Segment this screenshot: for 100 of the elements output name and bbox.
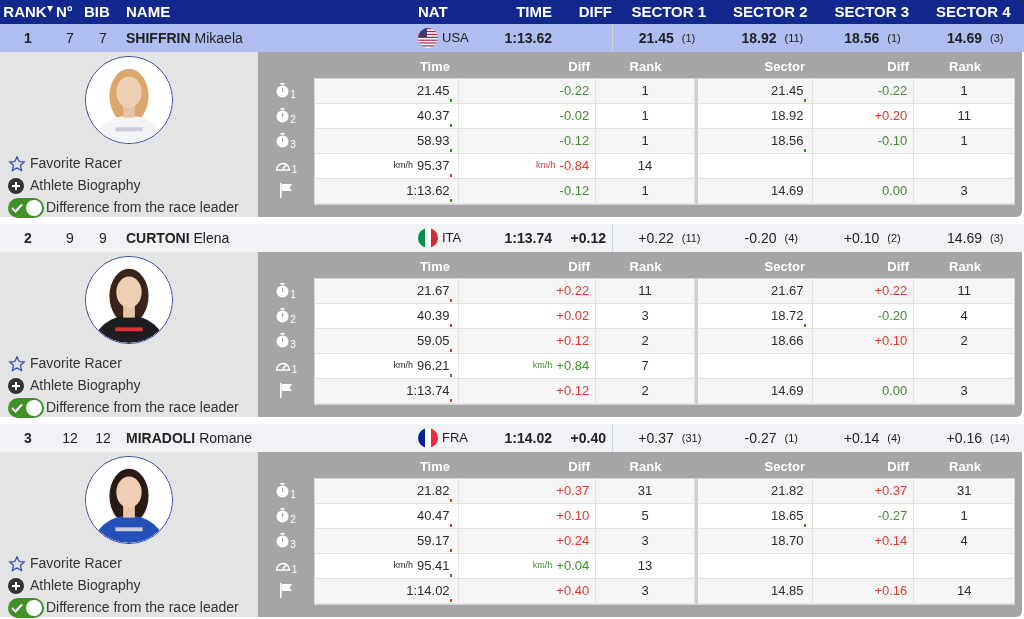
toggle-switch[interactable] [8,197,44,218]
split-time: 21.67 [417,282,450,301]
sector-diff: -0.20 [877,307,908,326]
check-icon [11,202,23,213]
split-diff: -0.22 [559,82,590,101]
split-time: 40.37 [417,107,450,126]
biography-link[interactable]: Athlete Biography [30,575,141,596]
split-number: 2 [290,513,296,527]
biography-link[interactable]: Athlete Biography [30,375,141,396]
star-icon[interactable] [8,154,26,173]
split-diff: +0.40 [556,582,590,601]
result-row[interactable]: 2 9 9 CURTONI Elena ITA 1:13.74 +0.12 +0.22 (11) -0.20 (4) +0.10 (2) 14.69 (3) [0,224,1024,252]
sector-rank: 4 [960,532,968,551]
split-time: 59.05 [417,332,450,351]
sector-value: +0.14 [843,428,880,448]
sector-rank: (3) [990,230,1005,246]
result-row[interactable]: 3 12 12 MIRADOLI Romane FRA 1:14.02 +0.40 +0.37 (31) -0.27 (1) +0.14 (4) +0.16 (14) [0,424,1024,452]
column-header[interactable]: NAT [412,0,492,24]
split-rank: 3 [641,307,649,326]
sector-value: 14.69 [946,28,982,48]
sector-value: -0.20 [744,228,777,248]
sector-diff: +0.20 [874,107,908,126]
split-rank: 5 [641,507,649,526]
column-header: Rank [628,257,663,276]
toggle-label: Difference from the race leader [46,398,239,417]
split-time: 58.93 [417,132,450,151]
sector-value: +0.22 [638,228,674,248]
split-number: 1 [291,563,298,577]
sector-value: -0.27 [744,428,777,448]
diff-cell: +0.40 [570,429,606,446]
sort-icon [46,6,53,12]
split-time: 59.17 [417,532,450,551]
sector-rank: 1 [960,82,968,101]
stopwatch-icon [276,483,290,498]
number-cell-text: 9 [65,228,75,248]
column-header: Rank [628,457,663,476]
split-time: 1:14.02 [406,582,450,601]
split-rank: 7 [641,357,649,376]
sector-time: 18.92 [771,107,804,126]
plus-circle-icon[interactable] [8,577,24,594]
column-header: Rank [948,57,982,76]
sector-time: 18.56 [771,132,804,151]
sector-rank: (1) [784,430,799,446]
toggle-switch[interactable] [8,597,44,618]
split-number: 1 [290,88,296,102]
sector-value: 14.69 [946,228,982,248]
result-row[interactable]: 1 7 7 SHIFFRIN Mikaela USA 1:13.62 21.45 (1) 18.92 (11) 18.56 (1) 14.69 (3) [0,24,1024,52]
sector-rank: (1) [681,30,697,46]
column-header[interactable]: SECTOR 2 [719,0,821,24]
column-header: Rank [948,257,982,276]
column-header[interactable]: NAME [122,0,412,24]
column-header[interactable]: SECTOR 3 [821,0,923,24]
split-number: 1 [291,363,298,377]
split-number: 3 [290,338,296,352]
column-header[interactable]: SECTOR 1 [618,0,720,24]
toggle-switch[interactable] [8,397,44,418]
split-rank: 1 [641,107,649,126]
column-header[interactable]: SECTOR 4 [922,0,1024,24]
sector-time: 18.65 [771,507,804,526]
stopwatch-icon [276,283,290,298]
star-icon[interactable] [8,554,26,573]
column-header: Diff [886,257,910,276]
split-number: 1 [290,288,296,302]
split-rank: 2 [641,332,649,351]
star-icon[interactable] [8,354,26,373]
biography-link[interactable]: Athlete Biography [30,175,141,196]
column-header[interactable]: TIME [492,0,552,24]
column-header[interactable]: RANK [0,0,56,24]
sector-rank: (3) [990,30,1005,46]
plus-circle-icon[interactable] [8,377,24,394]
rank-cell-text: 3 [23,428,33,448]
finish-flag-icon [279,183,293,198]
column-header: Rank [948,457,982,476]
bib-cell-text: 9 [98,228,108,248]
sector-rank: 4 [960,307,968,326]
column-header[interactable]: N° [56,0,84,24]
bib-cell-text: 12 [94,428,112,448]
time-cell: 1:14.02 [504,429,552,446]
number-cell-text: 7 [65,28,75,48]
unit-label: km/h [532,559,553,573]
sector-rank: 31 [956,482,972,501]
stopwatch-icon [276,533,290,548]
unit-label: km/h [536,159,556,173]
stopwatch-icon [276,108,290,123]
column-header[interactable]: DIFF [552,0,612,24]
favorite-link[interactable]: Favorite Racer [30,553,122,574]
athlete-surname: MIRADOLI [126,428,196,448]
column-header: Sector [763,257,806,276]
sector-diff: -0.10 [877,132,908,151]
split-time: 96.21 [417,357,450,376]
unit-label: km/h [393,359,414,373]
sector-time: 21.82 [771,482,804,501]
split-time: 95.41 [417,557,450,576]
column-header[interactable]: BIB [84,0,122,24]
toggle-label: Difference from the race leader [46,598,239,617]
toggle-label: Difference from the race leader [46,198,239,217]
plus-circle-icon[interactable] [8,177,24,194]
favorite-link[interactable]: Favorite Racer [30,153,122,174]
favorite-link[interactable]: Favorite Racer [30,353,122,374]
split-number: 1 [291,163,298,177]
